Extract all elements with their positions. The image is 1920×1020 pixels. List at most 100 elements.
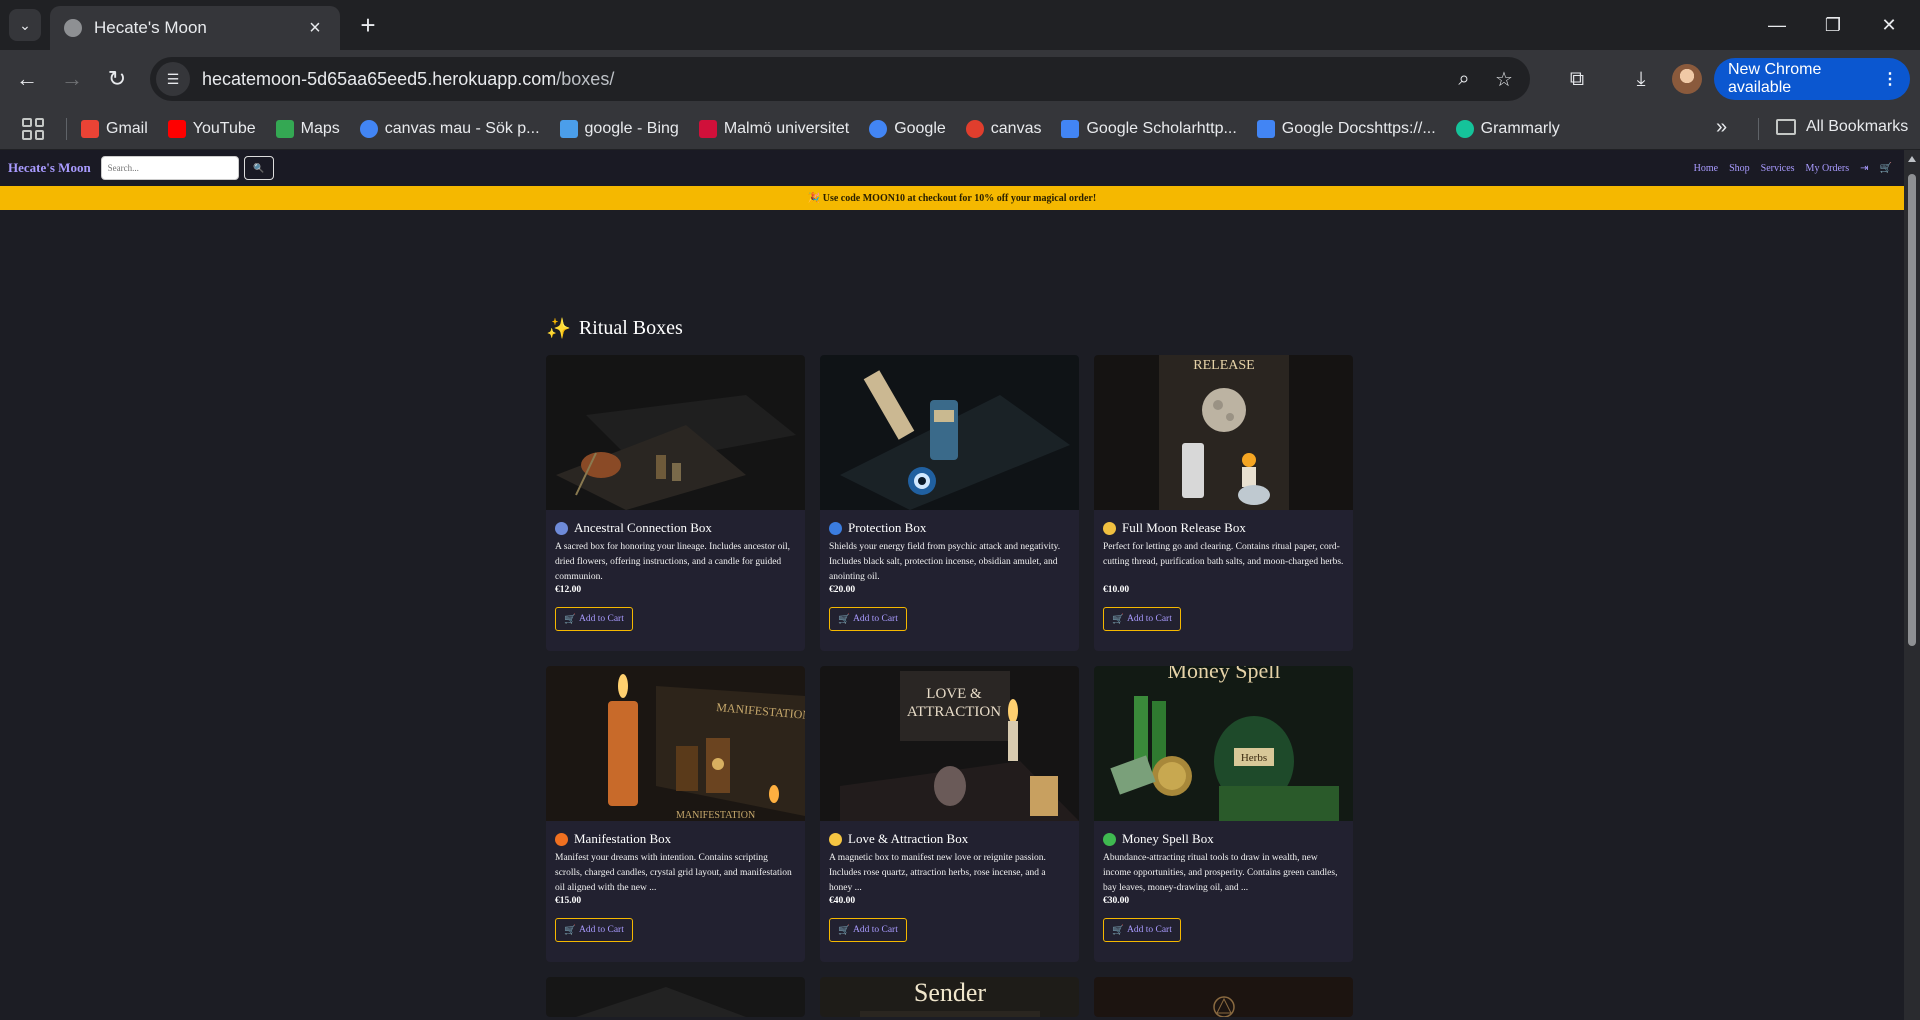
scholar-icon xyxy=(1061,119,1080,138)
back-arrow-icon[interactable]: ← xyxy=(10,62,44,96)
add-to-cart-button[interactable]: 🛒 Add to Cart xyxy=(829,918,907,942)
product-title: Manifestation Box xyxy=(555,831,796,847)
product-emoji-icon xyxy=(829,832,842,846)
bookmark-item[interactable]: Google Docshttps://... xyxy=(1256,119,1436,138)
cart-icon: 🛒 xyxy=(838,925,850,936)
product-card[interactable]: Ancestral Connection Box A sacred box fo… xyxy=(546,355,805,651)
address-bar[interactable]: ☰ hecatemoon-5d65aa65eed5.herokuapp.com/… xyxy=(150,57,1530,101)
add-to-cart-button[interactable]: 🛒 Add to Cart xyxy=(829,607,907,631)
extensions-icon[interactable]: ⧉ xyxy=(1560,62,1594,96)
nav-services[interactable]: Services xyxy=(1761,163,1795,174)
product-image[interactable] xyxy=(546,977,805,1017)
scroll-thumb[interactable] xyxy=(1908,174,1916,646)
bookmark-label: canvas mau - Sök p... xyxy=(384,119,540,137)
more-bookmarks-chevron-icon[interactable]: » xyxy=(1716,116,1727,139)
minimize-icon[interactable]: — xyxy=(1754,8,1800,42)
product-image[interactable] xyxy=(1094,977,1353,1017)
product-price: €30.00 xyxy=(1103,896,1130,906)
bookmarks-separator-2 xyxy=(1758,118,1759,140)
search-input[interactable] xyxy=(100,156,239,180)
cart-icon[interactable]: 🛒 xyxy=(1880,163,1892,174)
product-image[interactable]: RELEASE xyxy=(1094,355,1353,510)
bookmark-item[interactable]: YouTube xyxy=(167,119,256,138)
love-caption: LOVE & xyxy=(926,686,982,702)
product-image[interactable] xyxy=(820,355,1079,510)
folder-icon xyxy=(1776,119,1796,135)
site-navbar: Hecate's Moon 🔍 Home Shop Services My Or… xyxy=(0,150,1904,186)
product-card-partial[interactable] xyxy=(546,977,805,1017)
new-tab-plus-icon[interactable]: + xyxy=(352,9,384,41)
nav-my-orders[interactable]: My Orders xyxy=(1806,163,1850,174)
add-to-cart-button[interactable]: 🛒 Add to Cart xyxy=(555,607,633,631)
product-card-partial[interactable]: Sender xyxy=(820,977,1079,1017)
apps-grid-icon[interactable] xyxy=(22,117,44,140)
attraction-caption: ATTRACTION xyxy=(907,704,1001,720)
forward-arrow-icon[interactable]: → xyxy=(55,62,89,96)
search-button[interactable]: 🔍 xyxy=(243,156,274,180)
product-image[interactable] xyxy=(546,355,805,510)
browser-tab[interactable]: Hecate's Moon × xyxy=(50,6,340,50)
globe-icon xyxy=(64,19,82,37)
bookmark-label: Google xyxy=(894,119,946,137)
bookmark-item[interactable]: google - Bing xyxy=(559,119,679,138)
bookmark-label: Gmail xyxy=(106,119,148,137)
add-to-cart-button[interactable]: 🛒 Add to Cart xyxy=(555,918,633,942)
bookmark-item[interactable]: canvas xyxy=(965,119,1041,138)
add-to-cart-button[interactable]: 🛒 Add to Cart xyxy=(1103,918,1181,942)
browser-toolbar: ← → ↻ ☰ hecatemoon-5d65aa65eed5.herokuap… xyxy=(0,50,1920,108)
product-card[interactable]: LOVE & ATTRACTION Love & Attraction Box A… xyxy=(820,666,1079,962)
product-card[interactable]: Protection Box Shields your energy field… xyxy=(820,355,1079,651)
tab-close-icon[interactable]: × xyxy=(304,17,326,40)
bookmark-item[interactable]: canvas mau - Sök p... xyxy=(359,119,540,138)
add-to-cart-button[interactable]: 🛒 Add to Cart xyxy=(1103,607,1181,631)
all-bookmarks-button[interactable]: All Bookmarks xyxy=(1776,118,1908,136)
update-label: New Chrome available xyxy=(1728,61,1822,96)
close-window-icon[interactable]: ✕ xyxy=(1866,8,1912,42)
bookmark-star-icon[interactable]: ☆ xyxy=(1484,59,1524,99)
bookmark-item[interactable]: Maps xyxy=(275,119,340,138)
product-image[interactable]: LOVE & ATTRACTION xyxy=(820,666,1079,821)
nav-shop[interactable]: Shop xyxy=(1729,163,1750,174)
google-icon xyxy=(869,119,888,138)
svg-text:MANIFESTATION: MANIFESTATION xyxy=(676,810,755,821)
logout-icon[interactable]: ⇥ xyxy=(1860,163,1868,174)
product-price: €15.00 xyxy=(555,896,582,906)
product-card-partial[interactable] xyxy=(1094,977,1353,1017)
product-card[interactable]: Money Spell Herbs Money Spell Box Abundan… xyxy=(1094,666,1353,962)
product-card[interactable]: MANIFESTATION MANIFESTATION Manifestation… xyxy=(546,666,805,962)
product-description: A magnetic box to manifest new love or r… xyxy=(829,853,1046,893)
reload-icon[interactable]: ↻ xyxy=(100,62,134,96)
tab-search-chevron-icon[interactable]: ⌄ xyxy=(9,9,41,41)
product-title-text: Protection Box xyxy=(848,520,927,535)
bookmark-item[interactable]: Grammarly xyxy=(1455,119,1560,138)
add-to-cart-label: Add to Cart xyxy=(852,925,898,935)
profile-avatar[interactable] xyxy=(1672,64,1702,94)
scroll-up-icon[interactable] xyxy=(1908,156,1916,162)
new-chrome-available-button[interactable]: New Chrome available ⋮ xyxy=(1714,58,1910,100)
nav-home[interactable]: Home xyxy=(1694,163,1718,174)
product-image[interactable]: MANIFESTATION MANIFESTATION xyxy=(546,666,805,821)
restore-icon[interactable]: ❐ xyxy=(1810,8,1856,42)
product-emoji-icon xyxy=(1103,521,1116,535)
site-info-icon[interactable]: ☰ xyxy=(156,62,190,96)
zoom-icon[interactable]: ⌕ xyxy=(1444,59,1484,99)
bookmark-item[interactable]: Google xyxy=(869,119,946,138)
download-icon[interactable]: ⤓ xyxy=(1624,62,1658,96)
bookmark-label: google - Bing xyxy=(584,119,679,137)
product-price: €20.00 xyxy=(829,585,856,595)
bookmark-label: Malmö universitet xyxy=(723,119,850,137)
product-image[interactable]: Money Spell Herbs xyxy=(1094,666,1353,821)
product-card[interactable]: RELEASE Full Moon Release Box Perfect fo… xyxy=(1094,355,1353,651)
bookmark-item[interactable]: Malmö universitet xyxy=(698,119,850,138)
bookmark-item[interactable]: Google Scholarhttp... xyxy=(1061,119,1237,138)
url-text[interactable]: hecatemoon-5d65aa65eed5.herokuapp.com/bo… xyxy=(202,69,1444,90)
site-brand[interactable]: Hecate's Moon xyxy=(8,160,91,176)
menu-dots-icon[interactable]: ⋮ xyxy=(1882,69,1898,89)
youtube-icon xyxy=(167,119,186,138)
section-title-text: Ritual Boxes xyxy=(578,317,683,339)
bookmark-label: Google Docshttps://... xyxy=(1281,119,1436,137)
bookmark-item[interactable]: Gmail xyxy=(81,119,148,138)
product-title: Protection Box xyxy=(829,520,1070,536)
product-image[interactable]: Sender xyxy=(820,977,1079,1017)
page-scrollbar[interactable] xyxy=(1904,150,1920,1020)
